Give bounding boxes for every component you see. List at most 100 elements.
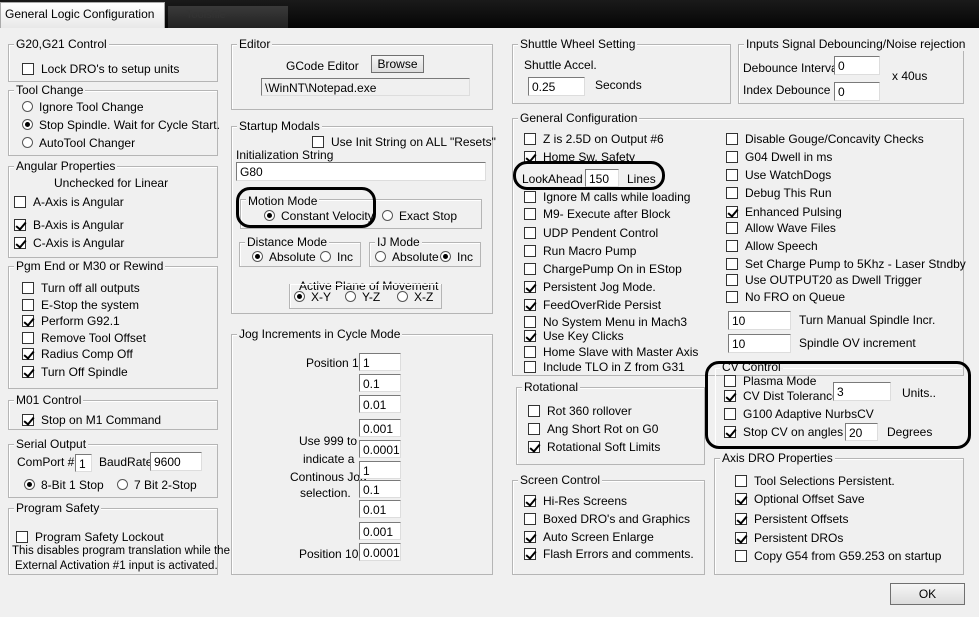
browse-button[interactable]: Browse bbox=[371, 55, 424, 73]
disable-gouge-checkbox[interactable]: Disable Gouge/Concavity Checks bbox=[726, 130, 924, 147]
jog-position-4[interactable]: 0.001 bbox=[359, 419, 401, 437]
auto-tool-changer-radio[interactable]: AutoTool Changer bbox=[22, 134, 135, 151]
tab-toolsfile[interactable]: Toolsfile bbox=[168, 6, 288, 28]
persistent-offsets-checkbox[interactable]: Persistent Offsets bbox=[735, 510, 848, 527]
include-tlo-label: Include TLO in Z from G31 bbox=[543, 359, 685, 374]
distance-absolute-radio[interactable]: Absolute bbox=[252, 248, 316, 265]
allow-speech-checkbox[interactable]: Allow Speech bbox=[726, 237, 818, 254]
use-watchdogs-checkbox[interactable]: Use WatchDogs bbox=[726, 166, 831, 183]
persistent-dros-checkbox[interactable]: Persistent DROs bbox=[735, 529, 843, 546]
ij-absolute-radio[interactable]: Absolute bbox=[375, 248, 439, 265]
run-macro-pump-label: Run Macro Pump bbox=[543, 243, 637, 258]
include-tlo-checkbox[interactable]: Include TLO in Z from G31 bbox=[524, 358, 685, 375]
g04-dwell-checkbox[interactable]: G04 Dwell in ms bbox=[726, 148, 832, 165]
debounce-unit-label: x 40us bbox=[892, 69, 928, 83]
shuttle-accel-input[interactable]: 0.25 bbox=[528, 77, 585, 96]
feedoverride-persist-checkbox[interactable]: FeedOverRide Persist bbox=[524, 296, 661, 313]
plane-yz-radio[interactable]: Y-Z bbox=[345, 288, 380, 305]
7bit-radio[interactable]: 7 Bit 2-Stop bbox=[117, 476, 197, 493]
boxed-dros-checkbox[interactable]: Boxed DRO's and Graphics bbox=[524, 510, 690, 527]
optional-offset-save-checkbox[interactable]: Optional Offset Save bbox=[735, 490, 865, 507]
rot360-checkbox[interactable]: Rot 360 rollover bbox=[528, 402, 632, 419]
z-25d-checkbox[interactable]: Z is 2.5D on Output #6 bbox=[524, 130, 664, 147]
safety-lockout-label: Program Safety Lockout bbox=[35, 529, 164, 544]
lock-dros-checkbox[interactable]: Lock DRO's to setup units bbox=[22, 60, 179, 77]
rotational-soft-limits-checkbox[interactable]: Rotational Soft Limits bbox=[528, 438, 660, 455]
persistent-jog-label: Persistent Jog Mode. bbox=[543, 279, 656, 294]
estop-system-checkbox[interactable]: E-Stop the system bbox=[22, 296, 139, 313]
flash-errors-checkbox[interactable]: Flash Errors and comments. bbox=[524, 545, 694, 562]
debounce-interval-input[interactable]: 0 bbox=[834, 56, 880, 75]
position-1-label: Position 1 bbox=[306, 356, 359, 370]
remove-tool-offset-checkbox[interactable]: Remove Tool Offset bbox=[22, 329, 146, 346]
exact-stop-radio[interactable]: Exact Stop bbox=[382, 207, 457, 224]
shuttle-group: Shuttle Wheel Setting Shuttle Accel. 0.2… bbox=[512, 37, 731, 104]
use-key-clicks-checkbox[interactable]: Use Key Clicks bbox=[524, 327, 624, 344]
jog-position-7[interactable]: 0.1 bbox=[359, 480, 401, 498]
stop-spindle-radio[interactable]: Stop Spindle. Wait for Cycle Start. bbox=[22, 116, 220, 133]
ij-inc-radio[interactable]: Inc bbox=[440, 248, 473, 265]
turn-off-outputs-checkbox[interactable]: Turn off all outputs bbox=[22, 279, 140, 296]
hires-screens-checkbox[interactable]: Hi-Res Screens bbox=[524, 492, 627, 509]
ignore-tool-change-radio[interactable]: Ignore Tool Change bbox=[22, 98, 144, 115]
jog-position-9[interactable]: 0.001 bbox=[359, 522, 401, 540]
plane-xz-label: X-Z bbox=[414, 289, 434, 304]
comport-input[interactable]: 1 bbox=[75, 454, 92, 472]
jog-note-2: indicate a bbox=[303, 452, 355, 466]
c-axis-checkbox[interactable]: C-Axis is Angular bbox=[14, 234, 124, 251]
perform-g921-checkbox[interactable]: Perform G92.1 bbox=[22, 312, 120, 329]
spindle-incr-input[interactable]: 10 bbox=[728, 311, 791, 330]
program-safety-group: Program Safety Program Safety Lockout Th… bbox=[8, 501, 230, 575]
debug-this-run-checkbox[interactable]: Debug This Run bbox=[726, 184, 832, 201]
safety-lockout-checkbox[interactable]: Program Safety Lockout bbox=[16, 528, 164, 545]
turn-off-spindle-checkbox[interactable]: Turn Off Spindle bbox=[22, 363, 128, 380]
jog-position-2[interactable]: 0.1 bbox=[359, 374, 401, 392]
jog-position-6[interactable]: 1 bbox=[359, 461, 401, 479]
b-axis-checkbox[interactable]: B-Axis is Angular bbox=[14, 216, 124, 233]
boxed-dros-label: Boxed DRO's and Graphics bbox=[543, 511, 691, 526]
a-axis-checkbox[interactable]: A-Axis is Angular bbox=[14, 193, 124, 210]
distance-inc-radio[interactable]: Inc bbox=[320, 248, 353, 265]
ignore-m-calls-checkbox[interactable]: Ignore M calls while loading bbox=[524, 188, 690, 205]
jog-position-8[interactable]: 0.01 bbox=[359, 500, 401, 518]
radius-comp-off-checkbox[interactable]: Radius Comp Off bbox=[22, 345, 133, 362]
charge-pump-5khz-checkbox[interactable]: Set Charge Pump to 5Khz - Laser Stndby bbox=[726, 255, 966, 272]
spindle-ov-input[interactable]: 10 bbox=[728, 334, 791, 353]
index-debounce-label: Index Debounce bbox=[743, 83, 831, 97]
stop-m1-label: Stop on M1 Command bbox=[41, 412, 162, 427]
udp-pendent-checkbox[interactable]: UDP Pendent Control bbox=[524, 224, 658, 241]
use-init-string-checkbox[interactable]: Use Init String on ALL "Resets" bbox=[312, 133, 496, 150]
no-fro-queue-checkbox[interactable]: No FRO on Queue bbox=[726, 288, 845, 305]
chargepump-estop-checkbox[interactable]: ChargePump On in EStop bbox=[524, 260, 682, 277]
jog-position-5[interactable]: 0.0001 bbox=[359, 440, 401, 458]
index-debounce-input[interactable]: 0 bbox=[834, 82, 880, 101]
auto-screen-enlarge-checkbox[interactable]: Auto Screen Enlarge bbox=[524, 528, 654, 545]
m9-execute-checkbox[interactable]: M9- Execute after Block bbox=[524, 205, 670, 222]
jog-position-10[interactable]: 0.0001 bbox=[359, 543, 401, 561]
plane-xy-radio[interactable]: X-Y bbox=[294, 288, 331, 305]
jog-position-1[interactable]: 1 bbox=[359, 353, 401, 371]
tab-general-logic[interactable]: General Logic Configuration bbox=[0, 2, 165, 28]
tool-selections-persistent-checkbox[interactable]: Tool Selections Persistent. bbox=[735, 472, 895, 489]
startup-title: Startup Modals bbox=[237, 119, 322, 133]
enhanced-pulsing-checkbox[interactable]: Enhanced Pulsing bbox=[726, 203, 842, 220]
jog-position-3[interactable]: 0.01 bbox=[359, 395, 401, 413]
ok-button[interactable]: OK bbox=[890, 583, 965, 605]
distance-mode-group: Distance Mode Absolute Inc bbox=[239, 235, 361, 267]
editor-path-field[interactable]: \WinNT\Notepad.exe bbox=[261, 78, 470, 96]
copy-g54-checkbox[interactable]: Copy G54 from G59.253 on startup bbox=[735, 547, 941, 564]
init-string-input[interactable]: G80 bbox=[236, 162, 486, 181]
comport-label: ComPort # bbox=[17, 455, 75, 469]
persistent-jog-checkbox[interactable]: Persistent Jog Mode. bbox=[524, 278, 656, 295]
8bit-radio[interactable]: 8-Bit 1 Stop bbox=[24, 476, 104, 493]
stop-m1-checkbox[interactable]: Stop on M1 Command bbox=[22, 411, 161, 428]
run-macro-pump-checkbox[interactable]: Run Macro Pump bbox=[524, 242, 636, 259]
baudrate-input[interactable]: 9600 bbox=[150, 452, 202, 471]
m9-execute-label: M9- Execute after Block bbox=[543, 206, 671, 221]
use-output20-checkbox[interactable]: Use OUTPUT20 as Dwell Trigger bbox=[726, 271, 922, 288]
disable-gouge-label: Disable Gouge/Concavity Checks bbox=[745, 131, 924, 146]
ang-short-rot-checkbox[interactable]: Ang Short Rot on G0 bbox=[528, 420, 658, 437]
allow-wave-files-checkbox[interactable]: Allow Wave Files bbox=[726, 219, 836, 236]
plane-xz-radio[interactable]: X-Z bbox=[397, 288, 433, 305]
plane-group: X-Y Y-Z X-Z bbox=[289, 284, 442, 309]
